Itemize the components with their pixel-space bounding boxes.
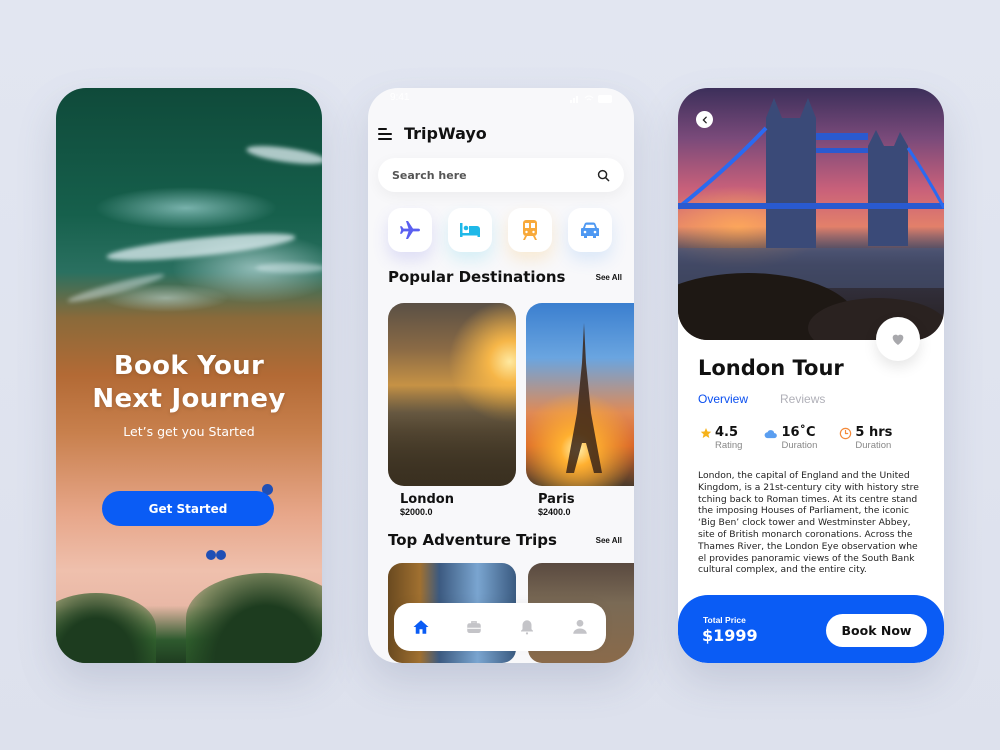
stat-value: 16˚C [781,425,816,440]
clock-icon [840,427,852,440]
popular-destinations-header: Popular Destinations See All [388,268,622,286]
destination-image [526,303,634,486]
section-title: Popular Destinations [388,268,566,286]
airplane-icon [400,221,420,239]
eiffel-tower-illustration [566,323,602,473]
category-flights[interactable] [388,208,432,252]
car-icon [581,222,599,238]
tab-profile[interactable] [566,613,594,641]
status-time: 9:41 [390,92,410,103]
briefcase-icon [466,621,481,633]
tab-notifications[interactable] [513,613,541,641]
bottom-tab-bar [394,603,606,651]
category-trains[interactable] [508,208,552,252]
home-icon [413,620,428,634]
battery-icon [598,95,612,103]
stat-value: 4.5 [715,425,739,440]
destination-card-london[interactable]: London $2000.0 [388,303,516,517]
app-brand: TripWayo [404,124,487,143]
total-price-label: Total Price [703,615,746,625]
destination-image [388,303,516,486]
title-line-1: Book Your [113,351,265,381]
tour-title: London Tour [698,356,844,380]
category-cars[interactable] [568,208,612,252]
search-bar[interactable] [378,158,624,192]
see-all-link[interactable]: See All [596,273,622,282]
wave-foam [66,270,166,306]
destination-price: $2400.0 [538,507,571,517]
app-header: TripWayo [378,124,487,143]
tower-bridge-illustration [678,98,944,340]
wave-foam [256,263,322,273]
user-icon [572,619,587,634]
stat-temperature: 16˚C Duration [764,425,817,451]
stat-duration: 5 hrs Duration [839,425,892,451]
star-icon [700,428,712,438]
tab-home[interactable] [407,613,435,641]
home-screen: 9:41 TripWayo Search here Popular Destin… [368,88,634,663]
book-now-button[interactable]: Book Now [826,614,927,647]
category-list [388,208,612,252]
total-price: $1999 [702,626,758,645]
favorite-button[interactable] [876,317,920,361]
hero-image-tower-bridge [678,88,944,340]
beach-umbrella [206,550,216,560]
destination-card-paris[interactable]: Paris $2400.0 [526,303,634,517]
stat-label: Duration [855,440,892,451]
tab-reviews[interactable]: Reviews [780,392,825,406]
tour-detail-screen: London Tour Overview Reviews 4.5 Rating … [678,88,944,663]
tour-stats: 4.5 Rating 16˚C Duration 5 hrs Duration [700,425,892,451]
onboarding-title: Book Your Next Journey [56,350,322,416]
bell-icon [520,620,533,635]
destination-price: $2000.0 [400,507,433,517]
tab-overview[interactable]: Overview [698,392,748,406]
hamburger-menu-icon[interactable] [378,127,392,140]
search-icon[interactable] [597,169,610,182]
onboarding-subtitle: Let’s get you Started [123,424,255,439]
tour-description: London, the capital of England and the U… [698,470,919,576]
wave-foam [105,228,297,266]
category-hotels[interactable] [448,208,492,252]
cloud-icon [765,430,778,439]
get-started-button[interactable]: Get Started [102,491,274,526]
train-icon [523,220,537,240]
detail-tabs: Overview Reviews [698,392,825,406]
chevron-left-icon [701,116,707,123]
section-title: Top Adventure Trips [388,531,557,549]
stat-label: Rating [715,440,743,451]
signal-icon [570,96,578,103]
see-all-link[interactable]: See All [596,536,622,545]
beach-umbrella [216,550,226,560]
wifi-icon [584,95,594,101]
stat-value: 5 hrs [855,425,893,440]
heart-icon [892,334,904,345]
tab-trips[interactable] [460,613,488,641]
bed-icon [460,223,480,237]
status-bar: 9:41 [390,92,614,106]
wave-foam [245,142,322,168]
stat-rating: 4.5 Rating [700,425,742,451]
search-input[interactable] [392,168,597,182]
title-line-2: Next Journey [92,384,286,414]
destination-name: Paris [538,492,575,507]
adventure-trips-header: Top Adventure Trips See All [388,531,622,549]
back-button[interactable] [696,111,713,128]
onboarding-screen: Book Your Next Journey Let’s get you Sta… [56,88,322,663]
vegetation [56,593,156,663]
destination-name: London [400,492,454,507]
vegetation [186,573,322,663]
stat-label: Duration [781,440,818,451]
booking-bar: Total Price $1999 Book Now [678,595,944,663]
